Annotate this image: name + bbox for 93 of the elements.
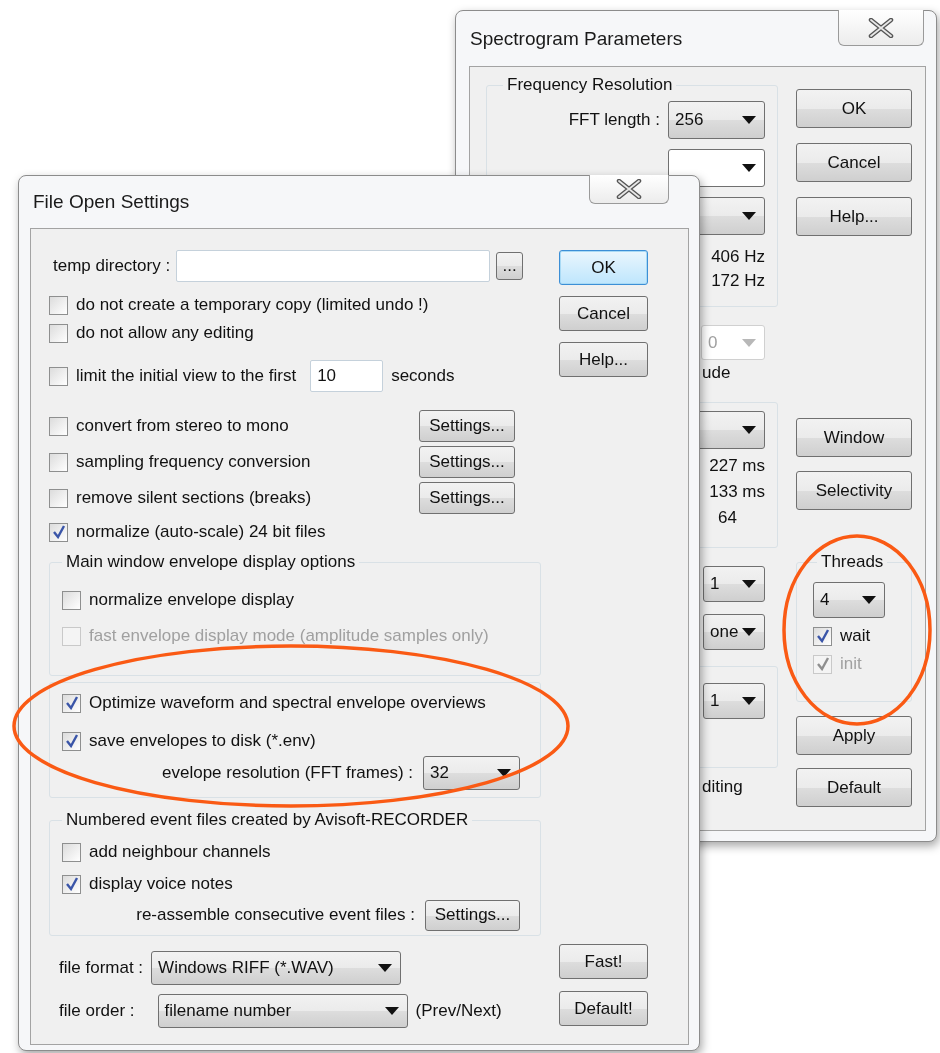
checkbox[interactable] bbox=[62, 693, 81, 713]
dialog-button[interactable]: OK bbox=[796, 89, 912, 128]
close-button[interactable] bbox=[838, 10, 924, 46]
checkbox-label: normalize envelope display bbox=[89, 590, 295, 610]
dialog-button[interactable]: Default bbox=[796, 768, 912, 807]
dialog-button[interactable]: Help... bbox=[796, 197, 912, 236]
dropdown[interactable]: filename number bbox=[157, 994, 408, 1028]
label-text: diting bbox=[702, 777, 743, 797]
caret-icon bbox=[742, 116, 756, 124]
caret-icon bbox=[742, 426, 756, 434]
checkbox-label: limit the initial view to the first bbox=[76, 366, 297, 386]
checkbox-label: save envelopes to disk (*.env) bbox=[89, 731, 316, 751]
label-text: re-assemble consecutive event files : bbox=[136, 905, 415, 925]
caret-icon bbox=[742, 212, 756, 220]
checkbox-label: sampling frequency conversion bbox=[76, 452, 312, 472]
dialog-button[interactable]: Help... bbox=[559, 342, 648, 377]
dialog-button[interactable]: Fast! bbox=[559, 944, 648, 979]
input-field[interactable] bbox=[176, 250, 491, 282]
dialog-button[interactable]: Cancel bbox=[559, 296, 648, 331]
dropdown[interactable]: 256 bbox=[668, 101, 765, 139]
caret-icon bbox=[742, 338, 756, 347]
checkbox[interactable] bbox=[62, 842, 81, 862]
dialog-button[interactable]: Apply bbox=[796, 716, 912, 755]
settings-button[interactable]: Settings... bbox=[419, 410, 515, 442]
dropdown[interactable]: 32 bbox=[423, 756, 520, 790]
reading-text: 227 ms bbox=[709, 456, 765, 476]
label-text: (Prev/Next) bbox=[415, 1001, 502, 1021]
dialog-button[interactable]: Cancel bbox=[796, 143, 912, 182]
reading-text: 133 ms bbox=[709, 482, 765, 502]
checkbox[interactable] bbox=[49, 416, 68, 436]
group-title: Main window envelope display options bbox=[65, 552, 357, 572]
caret-icon bbox=[742, 697, 756, 705]
checkbox-label: do not create a temporary copy (limited undo !) bbox=[76, 295, 429, 315]
caret-icon bbox=[497, 769, 511, 777]
input-field[interactable]: 10 bbox=[310, 360, 384, 392]
checkbox-label: fast envelope display mode (amplitude samples only) bbox=[89, 626, 489, 646]
reading-text: 406 Hz bbox=[711, 247, 765, 267]
label-text: ude bbox=[702, 363, 731, 383]
checkbox[interactable] bbox=[62, 590, 81, 610]
caret-icon bbox=[378, 964, 393, 972]
checkbox-label: wait bbox=[840, 626, 871, 646]
settings-button[interactable]: Settings... bbox=[419, 482, 515, 514]
window-title: File Open Settings bbox=[33, 191, 190, 213]
browse-button[interactable]: ... bbox=[496, 252, 524, 280]
label-text: file format : bbox=[59, 958, 144, 978]
checkbox[interactable] bbox=[62, 874, 81, 894]
checkbox[interactable] bbox=[62, 731, 81, 751]
dialog-button[interactable]: Default! bbox=[559, 991, 648, 1026]
dropdown[interactable]: 4 bbox=[813, 582, 885, 618]
close-icon bbox=[868, 17, 894, 38]
caret-icon bbox=[742, 628, 756, 636]
checkbox[interactable] bbox=[49, 522, 68, 542]
reading-text: 64 bbox=[718, 508, 737, 528]
label-text: FFT length : bbox=[568, 110, 660, 130]
caret-icon bbox=[384, 1007, 399, 1015]
caret-icon bbox=[742, 580, 756, 588]
reading-text: 172 Hz bbox=[711, 271, 765, 291]
checkbox-label: normalize (auto-scale) 24 bit files bbox=[76, 522, 327, 542]
settings-button[interactable]: Settings... bbox=[419, 446, 515, 478]
group-title: Threads bbox=[820, 552, 885, 572]
label-text: temp directory : bbox=[53, 256, 171, 276]
label-text: file order : bbox=[59, 1001, 135, 1021]
settings-button[interactable]: Settings... bbox=[425, 899, 520, 931]
label-text: seconds bbox=[391, 366, 455, 386]
checkbox-label: display voice notes bbox=[89, 874, 233, 894]
dropdown[interactable]: 1 bbox=[703, 683, 765, 719]
checkbox[interactable] bbox=[49, 488, 68, 508]
dropdown[interactable] bbox=[668, 149, 765, 187]
checkbox-label: do not allow any editing bbox=[76, 323, 254, 343]
checkbox[interactable] bbox=[49, 366, 68, 386]
label-text: evelope resolution (FFT frames) : bbox=[162, 763, 413, 783]
caret-icon bbox=[862, 596, 876, 604]
checkbox-label: Optimize waveform and spectral envelope overviews bbox=[89, 693, 486, 713]
checkbox-label: add neighbour channels bbox=[89, 842, 271, 862]
dialog-button[interactable]: Selectivity bbox=[796, 471, 912, 510]
checkbox[interactable] bbox=[49, 323, 68, 343]
window-title: Spectrogram Parameters bbox=[470, 27, 683, 50]
checkbox[interactable] bbox=[49, 295, 68, 315]
checkbox-label: init bbox=[840, 654, 862, 674]
checkbox-label: convert from stereo to mono bbox=[76, 416, 290, 436]
checkbox[interactable] bbox=[813, 626, 832, 646]
dialog-button[interactable]: OK bbox=[559, 250, 648, 285]
close-icon bbox=[616, 179, 642, 199]
checkbox[interactable] bbox=[49, 452, 68, 472]
group-title: Frequency Resolution bbox=[506, 75, 674, 95]
dropdown[interactable]: 1 bbox=[703, 566, 765, 602]
dropdown[interactable]: one bbox=[703, 614, 765, 650]
dropdown[interactable]: Windows RIFF (*.WAV) bbox=[151, 951, 402, 985]
group-title: Numbered event files created by Avisoft-RECORDER bbox=[65, 810, 470, 830]
close-button[interactable] bbox=[589, 175, 669, 204]
caret-icon bbox=[742, 164, 756, 172]
checkbox-label: remove silent sections (breaks) bbox=[76, 488, 313, 508]
dialog-button[interactable]: Window bbox=[796, 418, 912, 457]
